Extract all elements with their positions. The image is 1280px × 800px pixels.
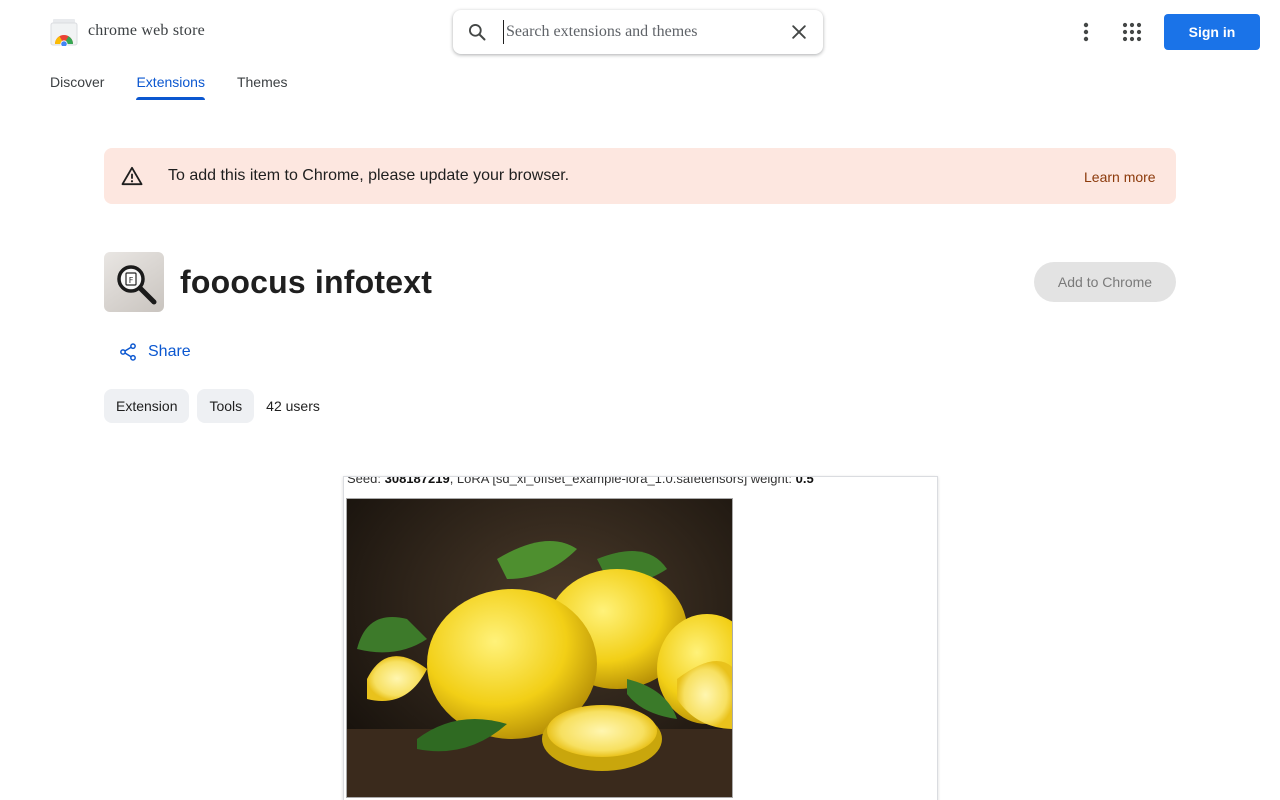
clear-search-icon[interactable] [789,22,809,42]
extension-icon: F [104,252,164,312]
user-count: 42 users [266,398,320,414]
svg-text:F: F [129,276,134,285]
more-options-icon[interactable] [1074,20,1098,44]
add-to-chrome-button[interactable]: Add to Chrome [1034,262,1176,302]
search-icon[interactable] [467,22,487,42]
google-apps-icon[interactable] [1120,20,1144,44]
share-label: Share [148,343,191,360]
extension-title: fooocus infotext [180,264,433,300]
tab-themes[interactable]: Themes [237,64,288,100]
screenshot-preview[interactable]: Seed: 308187219, LoRA [sd_xl_offset_exam… [343,476,938,800]
banner-message: To add this item to Chrome, please updat… [168,167,570,184]
search-input[interactable] [503,20,773,44]
chip-tools[interactable]: Tools [197,389,255,423]
brand-name[interactable]: chrome web store [88,22,205,40]
update-browser-banner: To add this item to Chrome, please updat… [104,148,1176,204]
category-tabs: Discover Extensions Themes [50,64,320,100]
learn-more-link[interactable]: Learn more [1084,169,1156,185]
tab-discover[interactable]: Discover [50,64,104,100]
sign-in-button[interactable]: Sign in [1164,14,1260,50]
share-icon [120,343,136,361]
tab-extensions[interactable]: Extensions [136,64,206,100]
item-tags: Extension Tools 42 users [104,389,320,423]
search-box[interactable] [453,10,823,54]
preview-metadata-text: Seed: 308187219, LoRA [sd_xl_offset_exam… [347,476,814,486]
share-button[interactable]: Share [118,340,191,364]
chrome-web-store-logo[interactable] [50,18,78,46]
warning-icon [121,166,143,186]
lemon-photo [346,498,733,798]
chip-extension[interactable]: Extension [104,389,190,423]
top-bar: chrome web store Sign in [0,0,1280,64]
